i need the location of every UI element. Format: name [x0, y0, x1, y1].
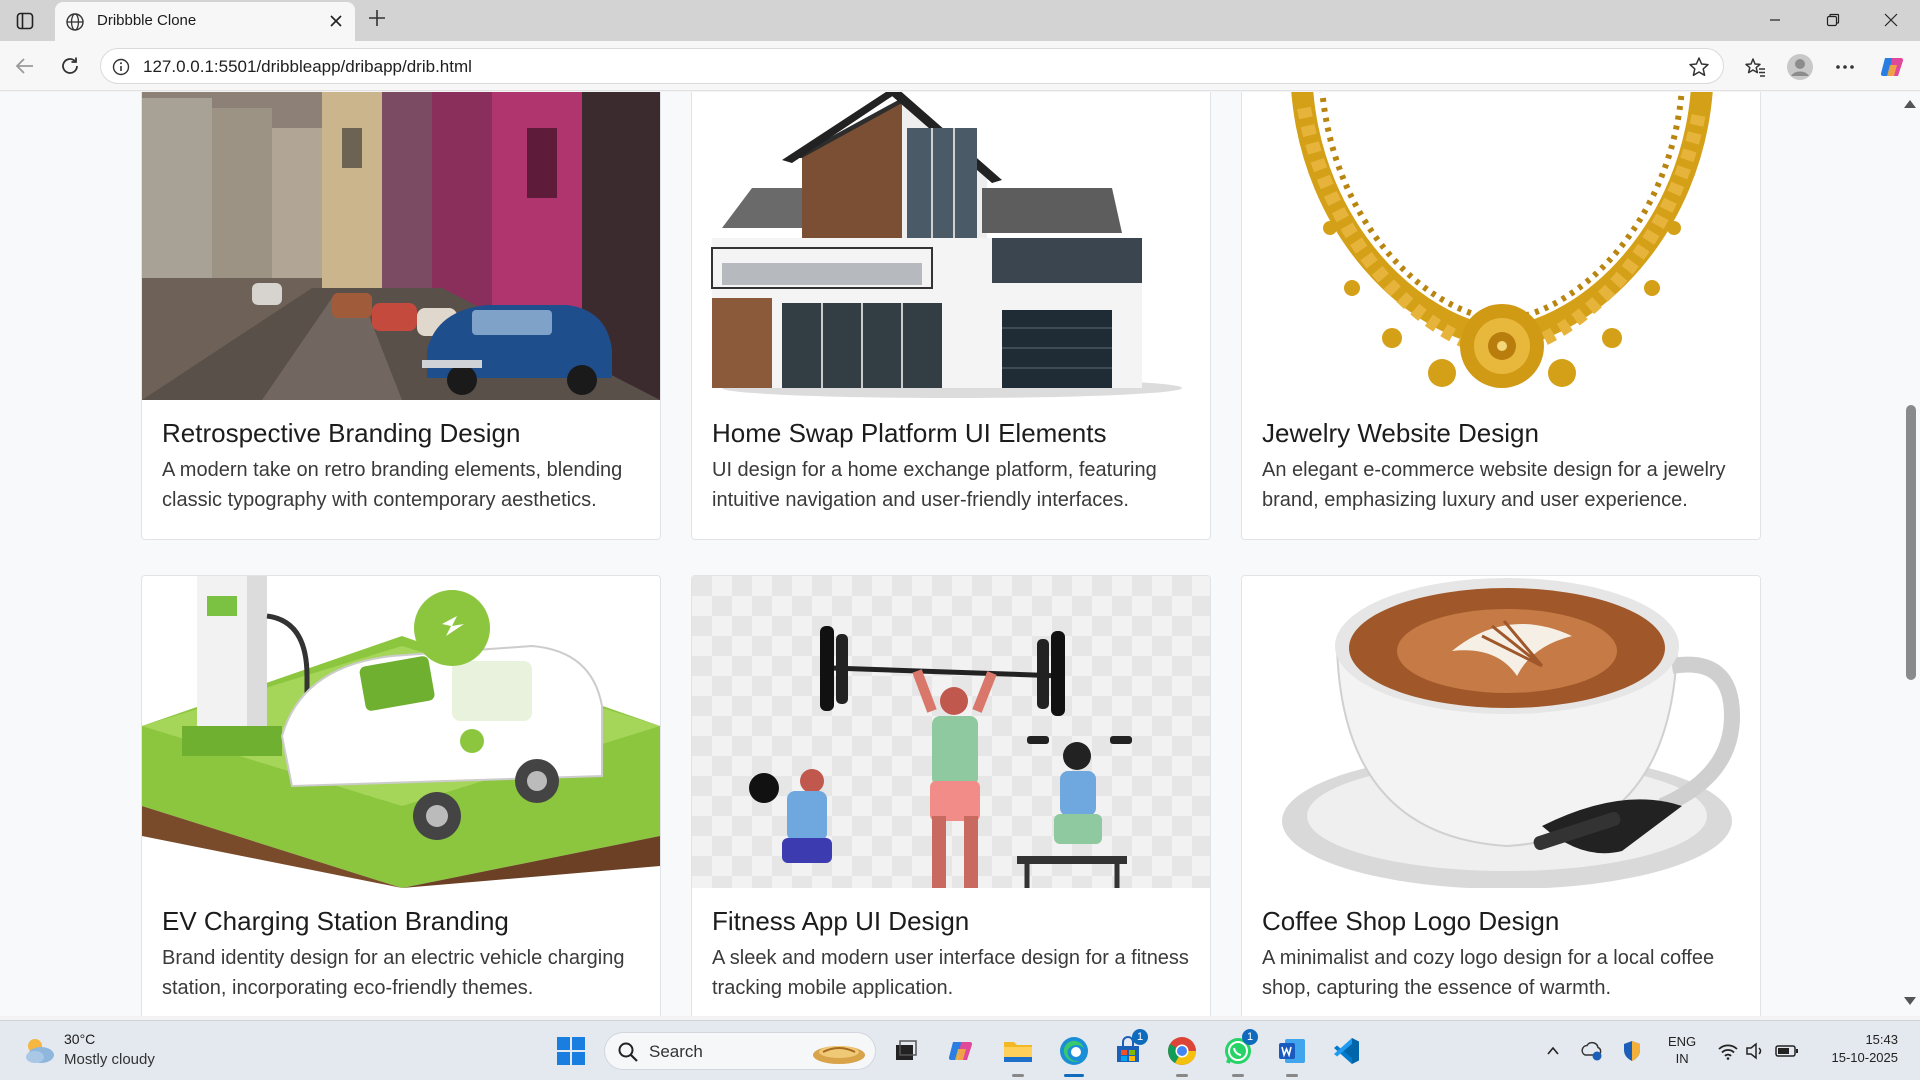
favorites-icon[interactable]	[1740, 52, 1770, 82]
volume-icon[interactable]	[1743, 1039, 1767, 1063]
gold-necklace-image	[1242, 92, 1760, 400]
minimize-button[interactable]	[1752, 5, 1798, 35]
search-highlight-icon	[809, 1037, 869, 1067]
edge-browser-icon[interactable]	[1056, 1033, 1092, 1077]
profile-avatar-icon[interactable]	[1785, 52, 1815, 82]
ev-charging-car-image	[142, 576, 660, 888]
browser-tab[interactable]: Dribbble Clone	[55, 2, 355, 41]
card-description: An elegant e-commerce website design for…	[1262, 459, 1726, 511]
clock-date: 15-10-2025	[1831, 1050, 1899, 1065]
running-indicator	[1232, 1074, 1244, 1077]
project-card[interactable]: Retrospective Branding Design A modern t…	[141, 92, 661, 540]
region-code: IN	[1675, 1051, 1689, 1066]
file-explorer-icon[interactable]	[1000, 1033, 1036, 1077]
search-icon	[617, 1041, 639, 1063]
scroll-down-arrow-icon[interactable]	[1904, 997, 1916, 1005]
card-title[interactable]: Retrospective Branding Design	[162, 418, 520, 449]
card-description: A modern take on retro branding elements…	[162, 459, 623, 511]
card-title[interactable]: Coffee Shop Logo Design	[1262, 906, 1559, 937]
project-card[interactable]: Coffee Shop Logo Design A minimalist and…	[1241, 575, 1761, 1016]
running-indicator	[1286, 1074, 1298, 1077]
card-description: A sleek and modern user interface design…	[712, 947, 1189, 999]
modern-house-image	[692, 92, 1210, 400]
close-window-button[interactable]	[1868, 5, 1914, 35]
weather-temperature[interactable]: 30°C	[64, 1031, 95, 1047]
project-card[interactable]: Jewelry Website Design An elegant e-comm…	[1241, 92, 1761, 540]
fitness-people-image	[692, 576, 1210, 888]
favorite-star-icon[interactable]	[1687, 55, 1711, 79]
copilot-app-icon[interactable]	[944, 1033, 980, 1069]
weather-description[interactable]: Mostly cloudy	[64, 1051, 155, 1068]
globe-icon	[65, 12, 85, 32]
chrome-icon[interactable]	[1164, 1033, 1200, 1077]
url-text: 127.0.0.1:5501/dribbleapp/dribapp/drib.h…	[143, 57, 472, 76]
more-options-icon[interactable]	[1830, 52, 1860, 82]
close-tab-icon[interactable]	[325, 10, 347, 32]
cloud-sun-icon[interactable]	[22, 1035, 56, 1065]
project-card[interactable]: EV Charging Station Branding Brand ident…	[141, 575, 661, 1016]
word-icon[interactable]	[1274, 1033, 1310, 1077]
battery-icon[interactable]	[1775, 1039, 1799, 1063]
whatsapp-icon[interactable]: 1	[1220, 1029, 1258, 1077]
vintage-street-car-image	[142, 92, 660, 400]
card-description: UI design for a home exchange platform, …	[712, 459, 1157, 511]
microsoft-store-icon[interactable]: 1	[1110, 1029, 1148, 1069]
card-description: A minimalist and cozy logo design for a …	[1262, 947, 1715, 999]
wifi-icon[interactable]	[1716, 1039, 1740, 1063]
back-arrow-icon[interactable]	[10, 51, 40, 81]
system-clock[interactable]: 15:43 15-10-2025	[1818, 1031, 1899, 1067]
security-shield-icon[interactable]	[1620, 1039, 1644, 1063]
project-card[interactable]: Home Swap Platform UI Elements UI design…	[691, 92, 1211, 540]
sidebar-toggle-icon[interactable]	[12, 8, 38, 34]
windows-start-icon[interactable]	[556, 1036, 586, 1066]
store-notification-badge: 1	[1132, 1029, 1148, 1045]
task-view-icon[interactable]	[888, 1033, 924, 1069]
project-card[interactable]: Fitness App UI Design A sleek and modern…	[691, 575, 1211, 1016]
running-indicator	[1012, 1074, 1024, 1077]
page-viewport: Retrospective Branding Design A modern t…	[0, 92, 1920, 1016]
restore-button[interactable]	[1810, 5, 1856, 35]
taskbar-search[interactable]: Search	[604, 1032, 876, 1070]
windows-taskbar: 30°C Mostly cloudy Search 1 1 ENG IN 15:…	[0, 1020, 1920, 1080]
copilot-icon[interactable]	[1878, 52, 1908, 82]
site-info-icon[interactable]	[111, 57, 131, 77]
running-indicator	[1176, 1074, 1188, 1077]
card-description: Brand identity design for an electric ve…	[162, 947, 625, 999]
clock-time: 15:43	[1865, 1032, 1898, 1047]
input-language-indicator[interactable]: ENG IN	[1668, 1033, 1696, 1067]
browser-tab-strip: Dribbble Clone	[0, 0, 1920, 41]
tab-title: Dribbble Clone	[97, 12, 197, 29]
onedrive-sync-icon[interactable]	[1580, 1039, 1604, 1063]
language-code: ENG	[1668, 1034, 1697, 1049]
address-bar[interactable]: 127.0.0.1:5501/dribbleapp/dribapp/drib.h…	[100, 48, 1724, 84]
new-tab-button[interactable]	[364, 7, 390, 33]
card-title[interactable]: Fitness App UI Design	[712, 906, 969, 937]
search-label: Search	[649, 1042, 703, 1061]
scroll-up-arrow-icon[interactable]	[1904, 100, 1916, 108]
vscode-icon[interactable]	[1328, 1033, 1364, 1069]
active-indicator	[1064, 1074, 1084, 1077]
browser-toolbar: 127.0.0.1:5501/dribbleapp/dribapp/drib.h…	[0, 41, 1920, 91]
card-title[interactable]: Home Swap Platform UI Elements	[712, 418, 1106, 449]
show-hidden-icons-chevron-icon[interactable]	[1541, 1039, 1565, 1063]
card-title[interactable]: EV Charging Station Branding	[162, 906, 509, 937]
refresh-icon[interactable]	[55, 51, 85, 81]
card-title[interactable]: Jewelry Website Design	[1262, 418, 1539, 449]
whatsapp-notification-badge: 1	[1242, 1029, 1258, 1045]
scrollbar-thumb[interactable]	[1906, 405, 1916, 680]
coffee-cup-image	[1242, 576, 1760, 888]
